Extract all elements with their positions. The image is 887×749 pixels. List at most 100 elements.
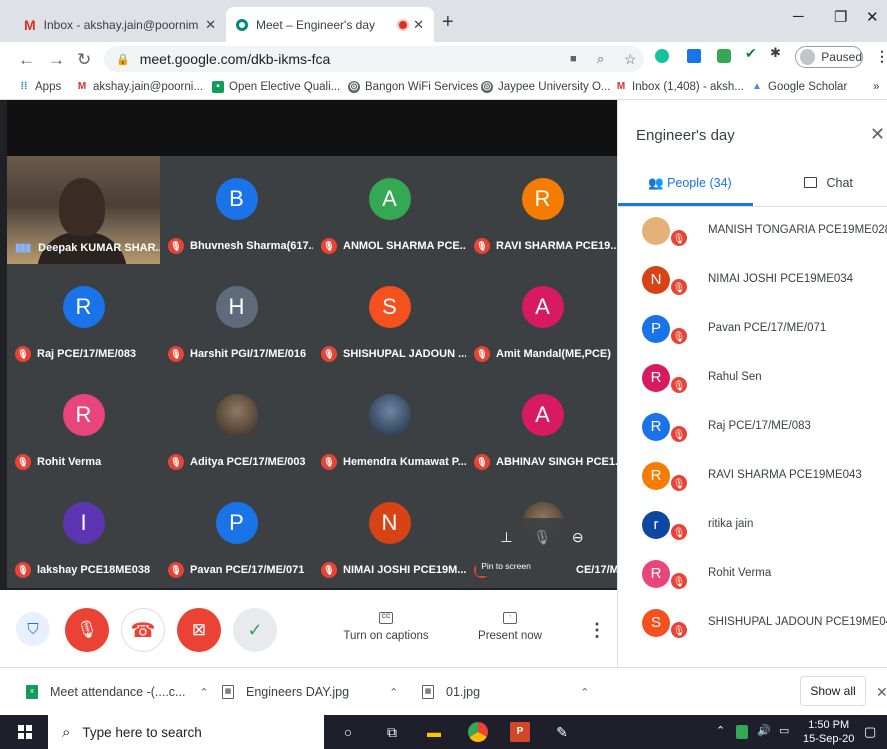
paint-icon[interactable]: ✎ <box>552 722 572 742</box>
more-bookmarks-button[interactable]: » <box>873 81 879 93</box>
camera-icon[interactable]: ■ <box>570 53 577 65</box>
participant-tile[interactable]: R 🎙 Raj PCE/17/ME/083 <box>7 264 160 372</box>
forward-button[interactable]: → <box>48 50 65 70</box>
file-explorer-icon[interactable]: ▬ <box>424 722 444 742</box>
pin-icon[interactable]: ⊥ <box>500 529 512 546</box>
camera-off-button[interactable]: ⊠ <box>177 608 221 652</box>
bookmark-jaypee[interactable]: ◎ Jaypee University O... <box>481 81 610 93</box>
tab-inbox[interactable]: M Inbox - akshay.jain@poornima.o ✕ <box>14 7 226 42</box>
participant-tile[interactable]: I 🎙 lakshay PCE18ME038 <box>7 480 160 588</box>
network-icon[interactable]: ▭ <box>779 724 789 737</box>
restore-button[interactable]: ❐ <box>834 8 847 26</box>
tab-meet[interactable]: Meet – Engineer's day ✕ <box>226 7 434 42</box>
remove-participant-icon[interactable]: ⊖ <box>572 529 584 546</box>
profile-button[interactable]: Paused <box>795 46 863 68</box>
list-item[interactable]: R 🎙 Rohit Verma <box>618 550 887 599</box>
show-all-button[interactable]: Show all <box>800 676 866 706</box>
shield-icon[interactable]: ⛉ <box>16 612 50 646</box>
leave-call-button[interactable]: ☎ <box>121 608 165 652</box>
zoom-icon[interactable]: ⌕ <box>597 51 604 67</box>
participant-name-row: 🎙 ABHINAV SINGH PCE1... <box>474 454 619 470</box>
bookmark-inbox[interactable]: M Inbox (1,408) - aksh... <box>615 81 744 93</box>
tab-people[interactable]: 👥 People (34) <box>648 176 732 191</box>
participant-tile[interactable]: A 🎙 ANMOL SHARMA PCE... <box>313 156 466 264</box>
list-item[interactable]: R 🎙 RAVI SHARMA PCE19ME043 <box>618 452 887 501</box>
close-tab-icon[interactable]: ✕ <box>205 17 216 33</box>
participant-tile[interactable]: N 🎙 NIMAI JOSHI PCE19M... <box>313 480 466 588</box>
participant-tile[interactable]: 🎙 Hemendra Kumawat P... <box>313 372 466 480</box>
present-now-button[interactable]: ↑ Present now <box>460 612 560 642</box>
list-item[interactable]: S 🎙 SHISHUPAL JADOUN PCE19ME047 <box>618 599 887 648</box>
check-button[interactable]: ✓ <box>233 608 277 652</box>
participant-tile[interactable]: P 🎙 Pavan PCE/17/ME/071 <box>160 480 313 588</box>
chevron-up-icon[interactable]: ⌃ <box>199 686 208 699</box>
participant-tile[interactable]: H 🎙 Harshit PGI/17/ME/016 <box>160 264 313 372</box>
participant-tile[interactable]: 🎙 Aditya PCE/17/ME/003 <box>160 372 313 480</box>
list-item[interactable]: R 🎙 Raj PCE/17/ME/083 <box>618 403 887 452</box>
close-downloads-icon[interactable]: ✕ <box>876 684 887 701</box>
chevron-up-icon[interactable]: ⌃ <box>716 724 725 737</box>
extensions-puzzle-icon[interactable]: ✱ <box>770 45 784 60</box>
bookmark-bangon[interactable]: ◎ Bangon WiFi Services <box>348 81 478 93</box>
browser-menu-icon[interactable]: ⋮ <box>875 48 887 65</box>
windows-start-icon[interactable] <box>18 725 32 739</box>
list-item[interactable]: r 🎙 ritika jain <box>618 501 887 550</box>
participant-name: NIMAI JOSHI PCE19ME034 <box>708 273 854 285</box>
grammarly-icon[interactable] <box>655 49 669 63</box>
mic-off-button[interactable]: 🎙 <box>65 608 109 652</box>
download-item[interactable]: ▦ 01.jpg ⌃ <box>422 685 589 699</box>
notifications-icon[interactable]: ▢ <box>864 724 876 740</box>
participant-tile[interactable]: B 🎙 Bhuvnesh Sharma(617... <box>160 156 313 264</box>
globe-icon: ◎ <box>348 81 360 93</box>
powerpoint-icon[interactable]: P <box>510 722 530 742</box>
new-tab-button[interactable]: + <box>442 11 454 34</box>
task-view-icon[interactable]: ⧉ <box>382 722 402 742</box>
participant-tile[interactable]: R 🎙 Rohit Verma <box>7 372 160 480</box>
bookmark-open-elective[interactable]: ▪ Open Elective Quali... <box>212 81 340 93</box>
tab-chat[interactable]: Chat <box>804 176 853 190</box>
participant-tile[interactable]: A 🎙 Amit Mandal(ME,PCE) <box>466 264 619 372</box>
close-tab-icon[interactable]: ✕ <box>413 17 424 33</box>
app-tray-icon[interactable] <box>736 725 748 739</box>
close-window-button[interactable]: ✕ <box>866 8 879 26</box>
browser-tab-strip: M Inbox - akshay.jain@poornima.o ✕ Meet … <box>0 0 887 42</box>
download-item[interactable]: x Meet attendance -(....c... ⌃ <box>26 685 209 699</box>
mute-participant-icon[interactable]: 🎙 <box>533 529 551 546</box>
download-item[interactable]: ▦ Engineers DAY.jpg ⌃ <box>222 685 398 699</box>
back-button[interactable]: ← <box>18 50 35 70</box>
cortana-icon[interactable]: ○ <box>338 722 358 742</box>
captions-button[interactable]: CC Turn on captions <box>336 612 436 642</box>
reload-button[interactable]: ↻ <box>77 50 91 70</box>
chrome-icon[interactable] <box>468 722 488 742</box>
participant-tile[interactable]: A 🎙 ABHINAV SINGH PCE1... <box>466 372 619 480</box>
close-panel-icon[interactable]: ✕ <box>870 124 885 145</box>
extension-icon[interactable] <box>687 49 701 63</box>
address-bar[interactable]: 🔒 meet.google.com/dkb-ikms-fca ■ ⌕ ☆ <box>104 46 644 72</box>
chevron-up-icon[interactable]: ⌃ <box>389 686 398 699</box>
mic-off-icon: 🎙 <box>15 346 31 362</box>
bookmark-star-icon[interactable]: ☆ <box>624 51 637 68</box>
avatar: N <box>642 266 670 294</box>
list-item[interactable]: R 🎙 Rahul Sen <box>618 354 887 403</box>
participant-tile[interactable]: ▮▮▮ Deepak KUMAR SHAR... <box>7 156 160 264</box>
avatar: R <box>642 462 670 490</box>
extension-icon[interactable] <box>717 49 731 63</box>
bookmark-gmail[interactable]: M akshay.jain@poorni... <box>76 81 203 93</box>
speaking-indicator-icon: ▮▮▮ <box>15 242 31 254</box>
bookmark-google-scholar[interactable]: ▲ Google Scholar <box>751 81 847 93</box>
chevron-up-icon[interactable]: ⌃ <box>580 686 589 699</box>
check-extension-icon[interactable]: ✔ <box>745 45 759 61</box>
list-item[interactable]: P 🎙 Pavan PCE/17/ME/071 <box>618 305 887 354</box>
taskbar-clock[interactable]: 1:50 PM 15-Sep-20 <box>803 718 854 746</box>
participant-name: Bhuvnesh Sharma(617... <box>190 240 313 252</box>
avatar <box>642 217 670 245</box>
taskbar-search[interactable]: ⌕ Type here to search <box>48 715 324 749</box>
list-item[interactable]: 🎙 MANISH TONGARIA PCE19ME028 <box>618 207 887 256</box>
participant-tile[interactable]: S 🎙 SHISHUPAL JADOUN ... <box>313 264 466 372</box>
bookmark-apps[interactable]: ⁞⁞ Apps <box>18 81 62 93</box>
minimize-button[interactable]: ─ <box>793 8 804 25</box>
list-item[interactable]: N 🎙 NIMAI JOSHI PCE19ME034 <box>618 256 887 305</box>
more-options-icon[interactable]: ⋮ <box>588 620 606 641</box>
participant-tile[interactable]: R 🎙 RAVI SHARMA PCE19... <box>466 156 619 264</box>
volume-icon[interactable]: 🔊 <box>757 724 771 737</box>
